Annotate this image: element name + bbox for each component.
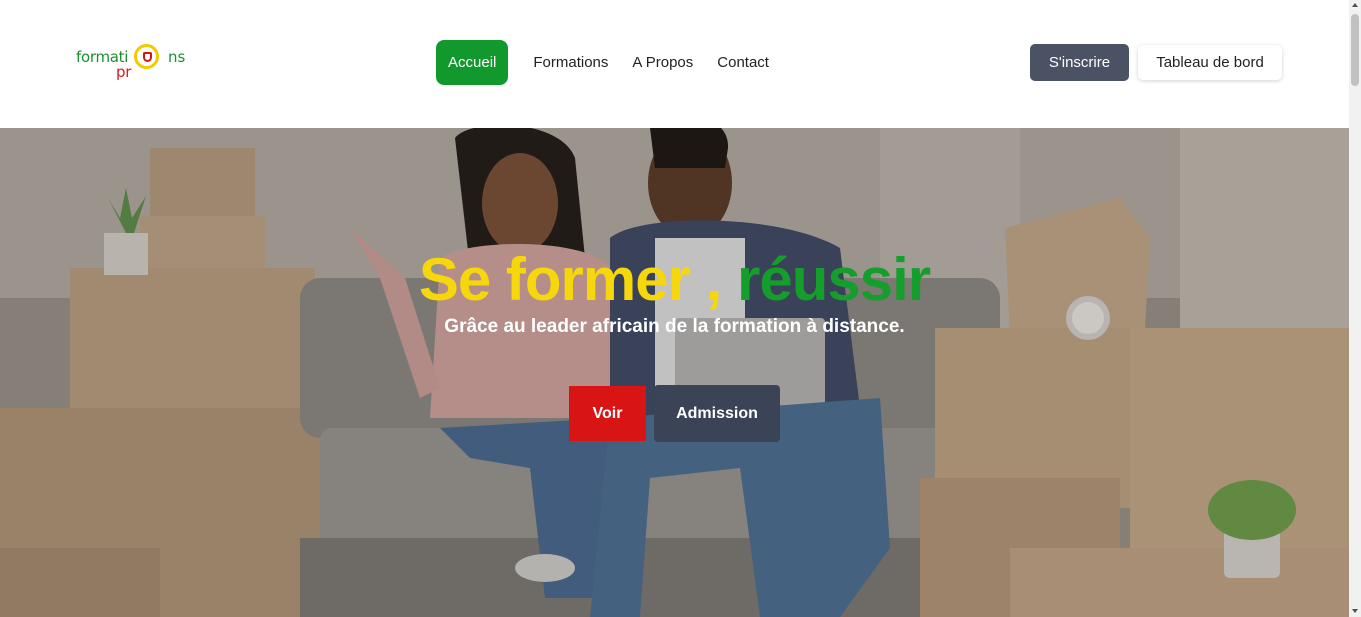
nav-item-contact[interactable]: Contact [705,40,781,85]
nav-item-a-propos[interactable]: A Propos [620,40,705,85]
admission-button[interactable]: Admission [654,385,780,442]
logo-seal-icon [134,44,159,69]
logo-text-line2: pr [116,63,132,81]
site-header: formati ns pr Accueil Formations A Propo… [0,0,1349,128]
hero-title: Se former , réussir [0,242,1349,318]
hero-title-part2: réussir [736,246,931,313]
scroll-thumb[interactable] [1351,14,1359,86]
scroll-down-icon[interactable] [1352,609,1358,613]
page: formati ns pr Accueil Formations A Propo… [0,0,1361,617]
hero-overlay [0,128,1349,617]
main-nav: Accueil Formations A Propos Contact [436,40,781,85]
page-scrollbar[interactable] [1349,0,1361,617]
scroll-up-icon[interactable] [1352,3,1358,7]
voir-button[interactable]: Voir [569,386,646,441]
site-logo[interactable]: formati ns pr [76,44,188,84]
dashboard-button[interactable]: Tableau de bord [1138,45,1282,80]
register-button[interactable]: S'inscrire [1030,44,1129,81]
hero-section: Se former , réussir Grâce au leader afri… [0,128,1349,617]
nav-item-formations[interactable]: Formations [521,40,620,85]
hero-subtitle: Grâce au leader africain de la formation… [444,316,905,337]
hero-title-part1: Se former , [418,246,722,313]
logo-text-line1-end: ns [168,48,186,66]
nav-item-accueil[interactable]: Accueil [436,40,509,85]
